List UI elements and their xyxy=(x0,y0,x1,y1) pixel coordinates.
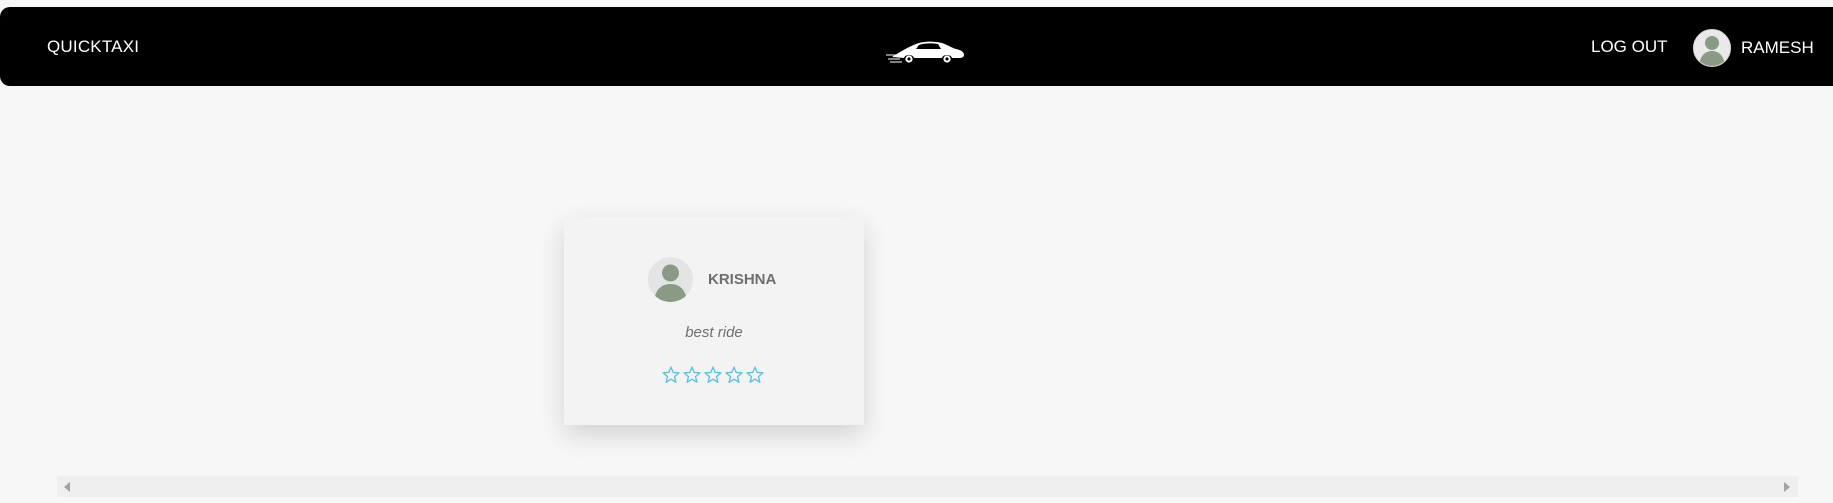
review-card: KRISHNA best ride xyxy=(564,217,864,425)
brand-link[interactable]: QUICKTAXI xyxy=(47,7,139,86)
rating-stars xyxy=(661,365,765,385)
star-icon[interactable] xyxy=(682,365,702,385)
user-avatar-icon xyxy=(648,257,693,302)
review-comment: best ride xyxy=(685,324,743,341)
top-navbar: QUICKTAXI LOG OUT RAMESH xyxy=(0,7,1833,86)
reviewer: KRISHNA xyxy=(648,257,776,302)
logout-button[interactable]: LOG OUT xyxy=(1591,7,1668,86)
car-icon xyxy=(886,41,964,63)
user-avatar-icon xyxy=(1693,28,1731,67)
star-icon[interactable] xyxy=(745,365,765,385)
user-name: RAMESH xyxy=(1741,37,1814,57)
horizontal-scrollbar[interactable] xyxy=(57,476,1798,497)
star-icon[interactable] xyxy=(703,365,723,385)
user-menu[interactable]: RAMESH xyxy=(1693,28,1814,67)
star-icon[interactable] xyxy=(661,365,681,385)
scroll-left-arrow-icon[interactable] xyxy=(64,482,70,492)
scroll-right-arrow-icon[interactable] xyxy=(1784,482,1790,492)
reviewer-name: KRISHNA xyxy=(708,271,777,288)
star-icon[interactable] xyxy=(724,365,744,385)
